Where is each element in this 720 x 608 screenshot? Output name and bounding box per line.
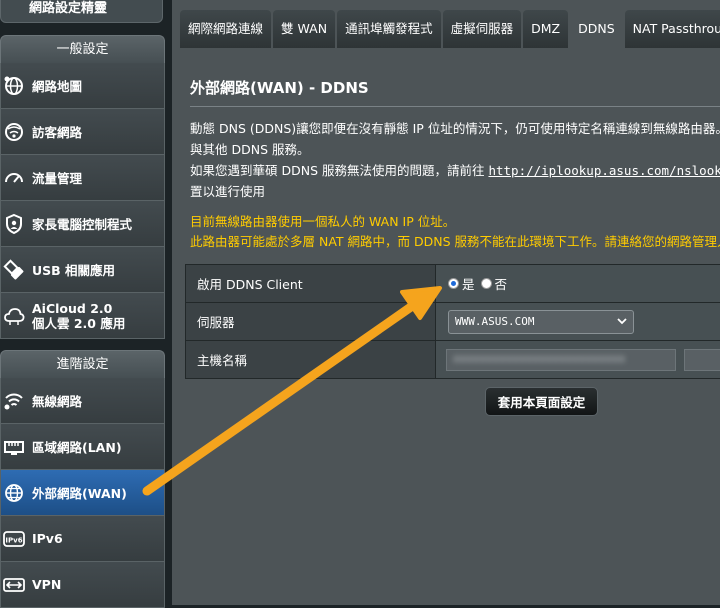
sidebar-item-wireless[interactable]: 無線網路 <box>0 378 165 424</box>
warning-line: 目前無線路由器使用一個私人的 WAN IP 位址。 <box>190 214 456 229</box>
enable-ddns-options: 是 否 <box>436 265 720 302</box>
tab-bar: 網際網路連線 雙 WAN 通訊埠觸發程式 虛擬伺服器 DMZ DDNS NAT … <box>180 10 720 48</box>
lan-icon <box>3 436 25 458</box>
tab-dual-wan[interactable]: 雙 WAN <box>273 10 336 48</box>
warning-line: 此路由器可能處於多層 NAT 網路中，而 DDNS 服務不能在此環境下工作。請連… <box>190 234 720 249</box>
tab-virtual-server[interactable]: 虛擬伺服器 <box>442 10 522 48</box>
usb-icon <box>3 258 25 281</box>
shield-icon <box>3 213 25 235</box>
sidebar-item-label: USB 相關應用 <box>32 263 116 278</box>
ddns-settings-table: 啟用 DDNS Client 是 否 伺服器 WWW.ASUS.COM 主機名稱 <box>185 264 720 379</box>
general-settings-header: 一般設定 <box>0 35 165 63</box>
setup-wizard-item[interactable]: 網路設定精靈 <box>0 0 163 23</box>
hostname-input[interactable]: xxxxxxxxxxxxxxxxxxxxxxxxxx <box>446 348 676 371</box>
advanced-settings-header: 進階設定 <box>0 350 165 378</box>
sidebar-item-usb-application[interactable]: USB 相關應用 <box>0 247 165 293</box>
guest-network-icon <box>3 121 25 143</box>
sidebar-item-parental-control[interactable]: 家長電腦控制程式 <box>0 201 165 247</box>
sidebar-item-aicloud[interactable]: AiCloud 2.0 個人雲 2.0 應用 <box>0 293 165 339</box>
sidebar-item-guest-network[interactable]: 訪客網路 <box>0 109 165 155</box>
svg-text:IPv6: IPv6 <box>5 536 22 544</box>
setup-wizard-label: 網路設定精靈 <box>29 1 108 16</box>
ddns-description: 動態 DNS (DDNS)讓您即便在沒有靜態 IP 位址的情況下，仍可使用特定名… <box>190 118 720 202</box>
sidebar-item-label: 外部網路(WAN) <box>32 486 127 501</box>
enable-ddns-label: 啟用 DDNS Client <box>186 265 436 302</box>
server-row: 伺服器 WWW.ASUS.COM <box>185 303 720 341</box>
sidebar: 網路設定精靈 一般設定 網路地圖 訪客網路 流量管理 家長電腦控制程式 USB … <box>0 0 165 608</box>
server-label: 伺服器 <box>186 303 436 340</box>
tab-port-trigger[interactable]: 通訊埠觸發程式 <box>337 10 441 48</box>
general-settings-group: 一般設定 網路地圖 訪客網路 流量管理 家長電腦控制程式 USB 相關應用 Ai… <box>0 35 165 339</box>
description-line: 與其他 DDNS 服務。 <box>190 142 310 157</box>
sidebar-item-label: 流量管理 <box>32 171 83 186</box>
enable-ddns-no-radio[interactable] <box>480 278 492 289</box>
ipv6-icon: IPv6 <box>3 528 25 550</box>
hostname-row: 主機名稱 xxxxxxxxxxxxxxxxxxxxxxxxxx <box>185 341 720 379</box>
sidebar-item-label: 區域網路(LAN) <box>32 440 122 455</box>
wan-ip-warning: 目前無線路由器使用一個私人的 WAN IP 位址。 此路由器可能處於多層 NAT… <box>190 212 720 252</box>
wifi-icon <box>3 390 25 412</box>
iplookup-link[interactable]: http://iplookup.asus.com/nslookup <box>488 163 720 178</box>
title-divider <box>190 106 720 107</box>
description-line: 如果您遇到華碩 DDNS 服務無法使用的問題，請前往 http://iplook… <box>190 160 720 181</box>
vpn-icon <box>3 574 25 596</box>
hostname-cell: xxxxxxxxxxxxxxxxxxxxxxxxxx <box>436 341 720 378</box>
sidebar-item-label: 家長電腦控制程式 <box>32 217 133 232</box>
sidebar-item-label: 網路地圖 <box>32 79 83 94</box>
chevron-down-icon <box>617 315 627 328</box>
sidebar-item-vpn[interactable]: VPN <box>0 562 165 608</box>
tab-nat-passthrough[interactable]: NAT Passthrough <box>624 10 720 48</box>
sidebar-item-wan[interactable]: 外部網路(WAN) <box>0 470 165 516</box>
sidebar-item-label: IPv6 <box>32 531 63 546</box>
sidebar-item-traffic-manager[interactable]: 流量管理 <box>0 155 165 201</box>
hostname-value-blurred: xxxxxxxxxxxxxxxxxxxxxxxxxx <box>453 351 626 365</box>
enable-ddns-yes-radio[interactable] <box>448 278 459 289</box>
sidebar-item-label: AiCloud 2.0 個人雲 2.0 應用 <box>32 300 126 331</box>
enable-ddns-row: 啟用 DDNS Client 是 否 <box>185 264 720 303</box>
advanced-settings-group: 進階設定 無線網路 區域網路(LAN) 外部網路(WAN) IPv6 IPv6 <box>0 350 165 608</box>
sidebar-item-network-map[interactable]: 網路地圖 <box>0 63 165 109</box>
globe-icon <box>3 75 25 97</box>
hostname-label: 主機名稱 <box>186 341 436 378</box>
sidebar-item-label: VPN <box>32 577 62 592</box>
sidebar-item-label: 無線網路 <box>32 394 83 409</box>
sidebar-item-label: 訪客網路 <box>32 125 83 140</box>
tab-internet-connection[interactable]: 網際網路連線 <box>180 10 272 48</box>
wan-globe-icon <box>3 482 25 504</box>
apply-settings-button[interactable]: 套用本頁面設定 <box>485 387 598 416</box>
cloud-icon <box>3 305 25 327</box>
description-text: 如果您遇到華碩 DDNS 服務無法使用的問題，請前往 <box>190 163 489 178</box>
description-line: 動態 DNS (DDNS)讓您即便在沒有靜態 IP 位址的情況下，仍可使用特定名… <box>190 121 720 136</box>
sidebar-item-ipv6[interactable]: IPv6 IPv6 <box>0 516 165 562</box>
server-cell: WWW.ASUS.COM <box>436 303 720 340</box>
server-select[interactable]: WWW.ASUS.COM <box>448 309 634 334</box>
tab-ddns[interactable]: DDNS <box>570 10 623 48</box>
tab-dmz[interactable]: DMZ <box>523 10 569 48</box>
sidebar-item-lan[interactable]: 區域網路(LAN) <box>0 424 165 470</box>
hostname-suffix-input[interactable] <box>684 348 720 371</box>
yes-label: 是 <box>462 277 475 292</box>
description-line: 置以進行使用 <box>190 184 266 199</box>
gauge-icon <box>3 167 25 189</box>
page-title: 外部網路(WAN) - DDNS <box>190 79 369 97</box>
server-selected-value: WWW.ASUS.COM <box>455 315 535 328</box>
no-label: 否 <box>494 277 508 292</box>
main-panel: 網際網路連線 雙 WAN 通訊埠觸發程式 虛擬伺服器 DMZ DDNS NAT … <box>172 0 720 605</box>
